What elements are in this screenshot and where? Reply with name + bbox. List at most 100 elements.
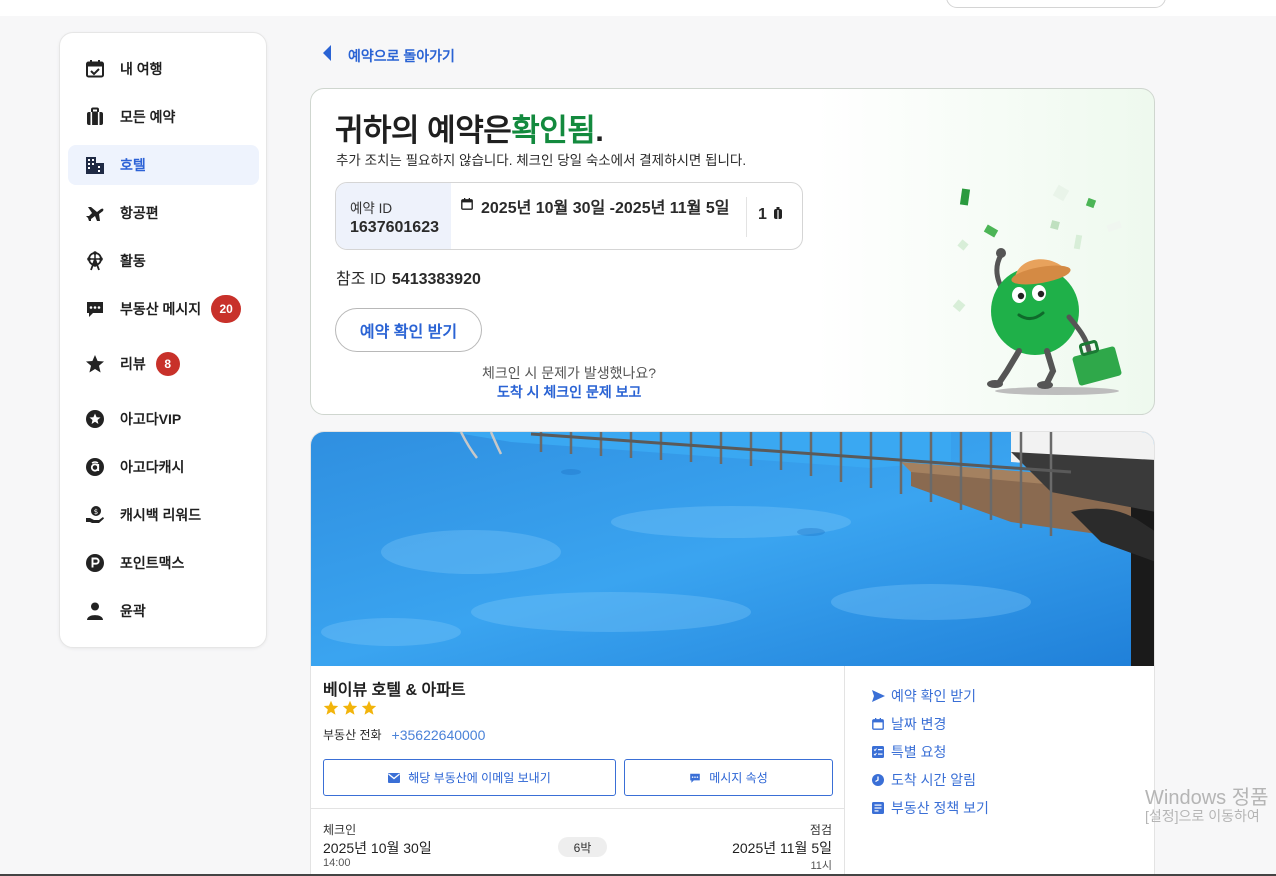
sidebar-item-pointsmax[interactable]: 포인트맥스 — [68, 543, 259, 583]
reference-id-value: 5413383920 — [391, 271, 481, 288]
title-prefix: 귀하의 예약은 — [335, 113, 512, 148]
hotel-building-icon — [84, 154, 106, 176]
hotel-name[interactable]: 베이뷰 호텔 & 아파트 — [323, 676, 466, 700]
pending-reviews-badge: 8 — [155, 352, 180, 376]
calendar-icon — [871, 717, 885, 731]
email-property-button[interactable]: 해당 부동산에 이메일 보내기 — [323, 759, 616, 796]
message-property-button[interactable]: 메시지 속성 — [624, 759, 833, 796]
divider — [311, 808, 844, 809]
mascot-illustration — [952, 184, 1122, 395]
sidebar-item-label: 항공편 — [120, 205, 159, 221]
unread-messages-badge: 20 — [211, 295, 242, 323]
get-confirmation-button[interactable]: 예약 확인 받기 — [335, 308, 482, 352]
star-rating-icon — [361, 700, 377, 715]
star-icon — [84, 353, 106, 375]
agoda-cash-icon — [84, 456, 106, 478]
send-icon — [871, 689, 885, 703]
title-suffix: . — [595, 113, 604, 148]
checkin-issue-question: 체크인 시 문제가 발생했나요? — [482, 365, 657, 381]
checklist-icon — [871, 745, 885, 759]
sidebar-item-profile[interactable]: 윤곽 — [68, 591, 259, 631]
sidebar: 내 여행 모든 예약 호텔 항공편 활동 부동산 메시지 20 리뷰 8 아고다… — [59, 32, 267, 648]
star-rating — [323, 700, 377, 716]
sidebar-item-label: 활동 — [120, 253, 146, 269]
nights-badge: 6박 — [558, 837, 607, 857]
caret-left-icon — [322, 44, 332, 67]
action-get-confirmation[interactable]: 예약 확인 받기 — [871, 682, 989, 710]
guest-icon — [773, 206, 783, 224]
back-link-label: 예약으로 돌아가기 — [348, 47, 455, 64]
checkout-time: 11시 — [810, 860, 832, 872]
confirmed-status: 확인됨 — [511, 113, 596, 148]
sidebar-item-flights[interactable]: 항공편 — [68, 193, 259, 233]
stay-dates: 2025년 10월 30일 -2025년 11월 5일 — [461, 194, 729, 218]
svg-text:$: $ — [94, 508, 98, 516]
top-bar — [0, 0, 1276, 16]
action-label: 특별 요청 — [891, 744, 947, 760]
sidebar-item-label: 호텔 — [120, 157, 146, 173]
clock-icon — [871, 773, 885, 787]
report-checkin-issue-link[interactable]: 도착 시 체크인 문제 보고 — [497, 382, 641, 402]
sidebar-item-label: 윤곽 — [120, 603, 146, 619]
sidebar-item-hotels[interactable]: 호텔 — [68, 145, 259, 185]
action-label: 예약 확인 받기 — [891, 688, 977, 704]
guest-count: 1 — [758, 206, 783, 224]
star-rating-icon — [323, 700, 339, 715]
sidebar-item-label: 모든 예약 — [120, 109, 176, 125]
checkout-date: 2025년 11월 5일 — [732, 840, 832, 856]
booking-confirmation-card: 귀하의 예약은확인됨. 추가 조치는 필요하지 않습니다. 체크인 당일 숙소에… — [310, 88, 1155, 415]
stay-dates-row: 체크인 2025년 10월 30일 14:00 6박 점검 2025년 11월 … — [323, 821, 832, 873]
confirmation-title: 귀하의 예약은확인됨. — [335, 105, 604, 150]
suitcase-icon — [84, 106, 106, 128]
sidebar-item-property-messages[interactable]: 부동산 메시지 20 — [68, 289, 259, 329]
sidebar-item-label: 아고다VIP — [120, 411, 182, 427]
envelope-icon — [388, 772, 401, 783]
policy-doc-icon — [871, 801, 885, 815]
sidebar-item-my-trips[interactable]: 내 여행 — [68, 49, 259, 89]
booking-id-panel: 예약 ID 1637601623 — [336, 183, 451, 249]
booking-summary-box: 예약 ID 1637601623 2025년 10월 30일 -2025년 11… — [335, 182, 803, 250]
phone-number-link[interactable]: +35622640000 — [392, 727, 486, 743]
property-phone: 부동산 전화 +35622640000 — [323, 726, 485, 743]
calendar-check-icon — [84, 58, 106, 80]
action-change-dates[interactable]: 날짜 변경 — [871, 710, 989, 738]
divider — [746, 197, 747, 237]
sidebar-item-label: 리뷰 — [120, 356, 146, 372]
chat-bubble-icon — [84, 298, 106, 320]
action-special-requests[interactable]: 특별 요청 — [871, 738, 989, 766]
chat-bubble-icon — [689, 772, 701, 784]
sidebar-item-reviews[interactable]: 리뷰 8 — [68, 344, 259, 384]
sidebar-item-label: 아고다캐시 — [120, 459, 185, 475]
message-button-label: 메시지 속성 — [709, 771, 768, 785]
booking-id-value: 1637601623 — [350, 219, 439, 236]
action-label: 도착 시간 알림 — [891, 772, 977, 788]
sidebar-item-agoda-cash[interactable]: 아고다캐시 — [68, 447, 259, 487]
confirmation-subtitle: 추가 조치는 필요하지 않습니다. 체크인 당일 숙소에서 결제하시면 됩니다. — [336, 153, 747, 168]
sidebar-item-cashback-rewards[interactable]: $ 캐시백 리워드 — [68, 495, 259, 535]
reference-id-label: 참조 ID — [336, 271, 386, 288]
booking-id-label: 예약 ID — [350, 201, 393, 216]
action-property-policy[interactable]: 부동산 정책 보기 — [871, 794, 989, 822]
reference-id: 참조 ID 5413383920 — [336, 265, 481, 289]
hotel-photo[interactable] — [311, 432, 1155, 666]
sidebar-item-activities[interactable]: 활동 — [68, 241, 259, 281]
ferris-wheel-icon — [84, 250, 106, 272]
sidebar-item-all-bookings[interactable]: 모든 예약 — [68, 97, 259, 137]
hotel-details-card: 베이뷰 호텔 & 아파트 부동산 전화 +35622640000 해당 부동산에… — [310, 431, 1155, 876]
phone-label: 부동산 전화 — [323, 728, 382, 742]
sidebar-item-label: 포인트맥스 — [120, 555, 185, 571]
stay-dates-text: 2025년 10월 30일 -2025년 11월 5일 — [481, 200, 730, 217]
checkin-time: 14:00 — [323, 857, 351, 869]
person-icon — [84, 600, 106, 622]
email-button-label: 해당 부동산에 이메일 보내기 — [408, 771, 551, 785]
checkin-label: 체크인 — [323, 823, 357, 837]
airplane-icon — [84, 202, 106, 224]
sidebar-item-label: 부동산 메시지 — [120, 301, 202, 317]
sidebar-item-agoda-vip[interactable]: 아고다VIP — [68, 399, 259, 439]
action-arrival-time[interactable]: 도착 시간 알림 — [871, 766, 989, 794]
cashback-hand-icon: $ — [84, 504, 106, 526]
action-label: 부동산 정책 보기 — [891, 800, 989, 816]
pointsmax-icon — [84, 552, 106, 574]
header-search-field[interactable] — [946, 0, 1166, 8]
back-to-bookings-link[interactable]: 예약으로 돌아가기 — [322, 44, 455, 67]
